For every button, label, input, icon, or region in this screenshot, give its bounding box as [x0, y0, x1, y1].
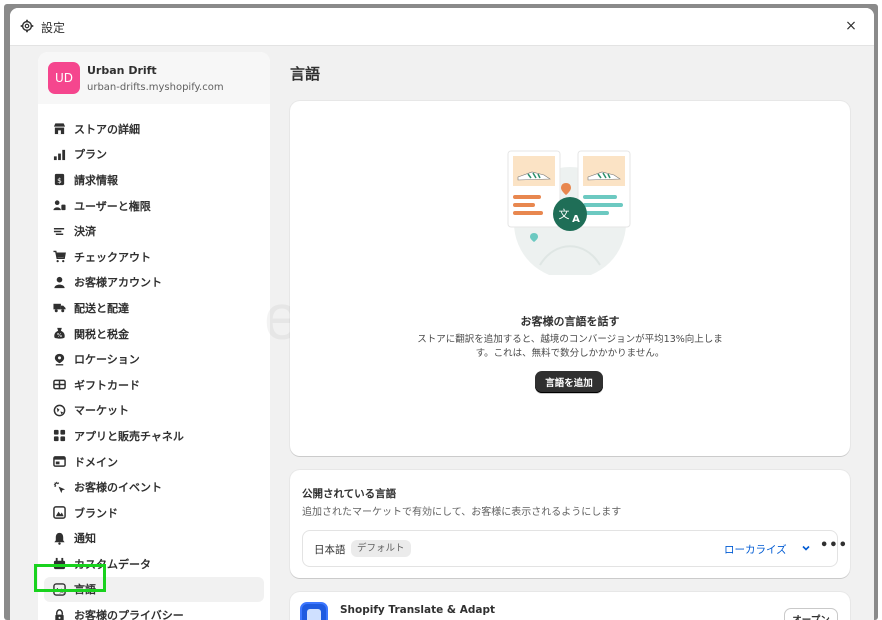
- sidebar-item-label: 決済: [74, 225, 96, 239]
- sidebar-item-label: お客様のイベント: [74, 481, 162, 495]
- sidebar-item-label: 請求情報: [74, 173, 118, 187]
- payments-icon: [52, 224, 66, 238]
- sidebar-item-label: お客様のプライバシー: [74, 609, 184, 620]
- language-empty-state-card: 文 A お客様の言語を話す ストアに翻訳を追加すると、越境のコンバージョンが平均…: [290, 101, 850, 456]
- sidebar-item-label: 関税と税金: [74, 327, 129, 341]
- cursor-icon: [52, 480, 66, 494]
- cart-icon: [52, 250, 66, 264]
- svg-text:A: A: [572, 214, 580, 225]
- sidebar-item-label: ブランド: [74, 506, 118, 520]
- sidebar-item-label: ドメイン: [74, 455, 118, 469]
- gear-icon: [20, 19, 34, 33]
- svg-text:%: %: [56, 333, 61, 339]
- svg-text:文: 文: [559, 207, 570, 221]
- sidebar-item-users[interactable]: ユーザーと権限: [44, 193, 264, 219]
- sidebar-item-payments[interactable]: 決済: [44, 218, 264, 244]
- sidebar-item-label: アプリと販売チャネル: [74, 429, 184, 443]
- add-language-button[interactable]: 言語を追加: [535, 371, 603, 393]
- sidebar-item-label: 言語: [74, 583, 96, 597]
- sidebar-item-store-details[interactable]: ストアの詳細: [44, 116, 264, 142]
- lock-icon: [52, 608, 66, 620]
- translate-app-card: Shopify Translate & Adapt オープン: [290, 592, 850, 620]
- sidebar-item-notifications[interactable]: 通知: [44, 526, 264, 552]
- sidebar-item-label: 通知: [74, 532, 96, 546]
- sidebar-item-shipping[interactable]: 配送と配達: [44, 295, 264, 321]
- users-icon: [52, 199, 66, 213]
- store-name: Urban Drift: [87, 64, 157, 77]
- title-bar: 設定 ×: [10, 8, 874, 46]
- database-icon: [52, 557, 66, 571]
- language-row: 日本語 デフォルト ローカライズ •••: [302, 530, 847, 567]
- bell-icon: [52, 531, 66, 545]
- billing-icon: $: [52, 173, 66, 187]
- published-languages-heading: 公開されている言語: [302, 488, 397, 500]
- sidebar-item-label: カスタムデータ: [74, 557, 151, 571]
- plan-icon: [52, 147, 66, 161]
- sidebar-item-domains[interactable]: ドメイン: [44, 449, 264, 475]
- sidebar-item-languages[interactable]: A文 言語: [44, 576, 264, 603]
- store-domain: urban-drifts.myshopify.com: [87, 82, 224, 93]
- hero-description: ストアに翻訳を追加すると、越境のコンバージョンが平均13%向上します。これは、無…: [417, 334, 723, 359]
- more-actions-button[interactable]: •••: [820, 538, 848, 553]
- sidebar-item-label: ユーザーと権限: [74, 199, 151, 213]
- store-icon: [52, 122, 66, 136]
- chevron-down-icon[interactable]: [801, 543, 811, 553]
- default-badge: デフォルト: [351, 540, 411, 557]
- published-languages-card: 公開されている言語 追加されたマーケットで有効にして、お客様に表示されるようにし…: [290, 470, 850, 578]
- sidebar-item-gift-cards[interactable]: ギフトカード: [44, 372, 264, 398]
- sidebar-item-label: プラン: [74, 148, 107, 162]
- window-title: 設定: [41, 21, 66, 35]
- settings-nav: ストアの詳細 プラン $ 請求情報 ユーザーと権限 決済 チェックアウト お客様…: [44, 116, 264, 620]
- svg-text:文: 文: [59, 588, 64, 595]
- hero-heading: お客様の言語を話す: [520, 315, 620, 328]
- settings-sidebar: UD Urban Drift urban-drifts.myshopify.co…: [38, 52, 270, 620]
- sidebar-item-label: ギフトカード: [74, 378, 140, 392]
- brand-icon: [52, 506, 66, 520]
- sidebar-item-apps-channels[interactable]: アプリと販売チャネル: [44, 423, 264, 449]
- sidebar-item-checkout[interactable]: チェックアウト: [44, 244, 264, 270]
- sidebar-item-markets[interactable]: マーケット: [44, 398, 264, 424]
- sidebar-item-label: チェックアウト: [74, 250, 151, 264]
- gift-card-icon: [52, 378, 66, 392]
- sidebar-item-custom-data[interactable]: カスタムデータ: [44, 551, 264, 577]
- settings-window: 設定 × UD Urban Drift urban-drifts.myshopi…: [10, 8, 874, 620]
- sidebar-item-label: マーケット: [74, 404, 129, 418]
- app-name: Shopify Translate & Adapt: [340, 604, 495, 616]
- sidebar-item-brand[interactable]: ブランド: [44, 500, 264, 526]
- sidebar-item-customer-events[interactable]: お客様のイベント: [44, 474, 264, 500]
- globe-icon: [52, 403, 66, 417]
- store-switcher[interactable]: UD Urban Drift urban-drifts.myshopify.co…: [38, 52, 270, 104]
- sidebar-item-duties-taxes[interactable]: % 関税と税金: [44, 321, 264, 347]
- tax-icon: %: [52, 327, 66, 341]
- sidebar-item-locations[interactable]: ロケーション: [44, 346, 264, 372]
- localize-button[interactable]: ローカライズ: [724, 542, 787, 557]
- sidebar-item-label: 配送と配達: [74, 301, 129, 315]
- page-title: 言語: [290, 65, 321, 83]
- sidebar-item-billing[interactable]: $ 請求情報: [44, 167, 264, 193]
- domain-icon: [52, 455, 66, 469]
- published-languages-subheading: 追加されたマーケットで有効にして、お客様に表示されるようにします: [302, 507, 622, 518]
- store-avatar: UD: [48, 62, 80, 94]
- sidebar-item-label: お客様アカウント: [74, 276, 162, 290]
- open-app-button[interactable]: オープン: [784, 608, 838, 620]
- apps-icon: [52, 429, 66, 443]
- truck-icon: [52, 301, 66, 315]
- language-icon: A文: [52, 582, 66, 596]
- sidebar-item-label: ストアの詳細: [74, 122, 140, 136]
- sidebar-item-customer-privacy[interactable]: お客様のプライバシー: [44, 602, 264, 620]
- svg-text:$: $: [57, 176, 62, 185]
- translate-app-icon: [300, 602, 328, 620]
- sidebar-item-label: ロケーション: [74, 353, 140, 367]
- sidebar-item-plan[interactable]: プラン: [44, 142, 264, 168]
- language-name: 日本語: [314, 544, 346, 556]
- person-icon: [52, 275, 66, 289]
- sidebar-item-customer-accounts[interactable]: お客様アカウント: [44, 270, 264, 296]
- translation-illustration: 文 A: [507, 150, 631, 275]
- location-icon: [52, 352, 66, 366]
- close-icon[interactable]: ×: [842, 17, 860, 35]
